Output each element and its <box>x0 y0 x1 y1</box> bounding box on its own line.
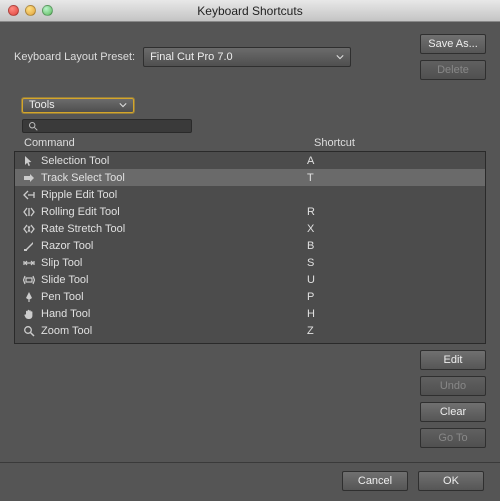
command-name: Selection Tool <box>37 155 307 167</box>
window-titlebar: Keyboard Shortcuts <box>0 0 500 22</box>
command-name: Hand Tool <box>37 308 307 320</box>
filter-select[interactable]: Tools <box>22 98 134 113</box>
pen-icon <box>21 291 37 303</box>
hand-icon <box>21 308 37 320</box>
window-title: Keyboard Shortcuts <box>0 4 500 18</box>
list-buttons: Edit Undo Clear Go To <box>14 350 486 448</box>
command-row[interactable]: Rate Stretch ToolX <box>15 220 485 237</box>
command-row[interactable]: Zoom ToolZ <box>15 322 485 339</box>
command-row[interactable]: Razor ToolB <box>15 237 485 254</box>
edit-button[interactable]: Edit <box>420 350 486 370</box>
cancel-button[interactable]: Cancel <box>342 471 408 491</box>
slide-icon <box>21 274 37 286</box>
separator <box>0 462 500 463</box>
command-name: Slip Tool <box>37 257 307 269</box>
preset-row: Keyboard Layout Preset: Final Cut Pro 7.… <box>14 34 486 80</box>
dialog-buttons: Cancel OK <box>14 471 486 491</box>
dialog-body: Keyboard Layout Preset: Final Cut Pro 7.… <box>0 22 500 501</box>
command-shortcut: P <box>307 291 479 303</box>
command-shortcut: H <box>307 308 479 320</box>
cursor-icon <box>21 155 37 167</box>
command-row[interactable]: Track Select ToolT <box>15 169 485 186</box>
ripple-icon <box>21 189 37 201</box>
command-shortcut: X <box>307 223 479 235</box>
command-name: Razor Tool <box>37 240 307 252</box>
command-name: Track Select Tool <box>37 172 307 184</box>
command-shortcut: T <box>307 172 479 184</box>
command-name: Pen Tool <box>37 291 307 303</box>
rate-icon <box>21 223 37 235</box>
rolling-icon <box>21 206 37 218</box>
goto-button[interactable]: Go To <box>420 428 486 448</box>
command-row[interactable]: Slip ToolS <box>15 254 485 271</box>
undo-button[interactable]: Undo <box>420 376 486 396</box>
command-shortcut: Z <box>307 325 479 337</box>
razor-icon <box>21 240 37 252</box>
column-shortcut: Shortcut <box>314 137 476 149</box>
filter-value: Tools <box>29 99 55 111</box>
zoom-window-button[interactable] <box>42 5 53 16</box>
delete-button[interactable]: Delete <box>420 60 486 80</box>
command-row[interactable]: Pen ToolP <box>15 288 485 305</box>
close-window-button[interactable] <box>8 5 19 16</box>
command-row[interactable]: Selection ToolA <box>15 152 485 169</box>
column-command: Command <box>24 137 314 149</box>
chevron-down-icon <box>336 53 344 61</box>
clear-button[interactable]: Clear <box>420 402 486 422</box>
command-row[interactable]: Slide ToolU <box>15 271 485 288</box>
minimize-window-button[interactable] <box>25 5 36 16</box>
search-icon <box>28 121 38 132</box>
zoom-icon <box>21 325 37 337</box>
command-name: Rolling Edit Tool <box>37 206 307 218</box>
command-list[interactable]: Selection ToolATrack Select ToolTRipple … <box>14 151 486 344</box>
command-name: Slide Tool <box>37 274 307 286</box>
search-input[interactable] <box>40 120 186 132</box>
preset-label: Keyboard Layout Preset: <box>14 51 135 63</box>
command-shortcut: A <box>307 155 479 167</box>
command-shortcut: U <box>307 274 479 286</box>
command-row[interactable]: Ripple Edit Tool <box>15 186 485 203</box>
track-select-icon <box>21 172 37 184</box>
preset-select[interactable]: Final Cut Pro 7.0 <box>143 47 351 67</box>
command-shortcut: S <box>307 257 479 269</box>
window-controls <box>8 5 53 16</box>
command-row[interactable]: Hand ToolH <box>15 305 485 322</box>
ok-button[interactable]: OK <box>418 471 484 491</box>
command-row[interactable]: Rolling Edit ToolR <box>15 203 485 220</box>
slip-icon <box>21 257 37 269</box>
command-name: Rate Stretch Tool <box>37 223 307 235</box>
chevron-down-icon <box>119 101 127 109</box>
command-shortcut: R <box>307 206 479 218</box>
preset-value: Final Cut Pro 7.0 <box>150 51 233 63</box>
command-name: Ripple Edit Tool <box>37 189 307 201</box>
list-header: Command Shortcut <box>14 137 486 151</box>
search-field[interactable] <box>22 119 192 133</box>
save-as-button[interactable]: Save As... <box>420 34 486 54</box>
command-name: Zoom Tool <box>37 325 307 337</box>
command-shortcut: B <box>307 240 479 252</box>
